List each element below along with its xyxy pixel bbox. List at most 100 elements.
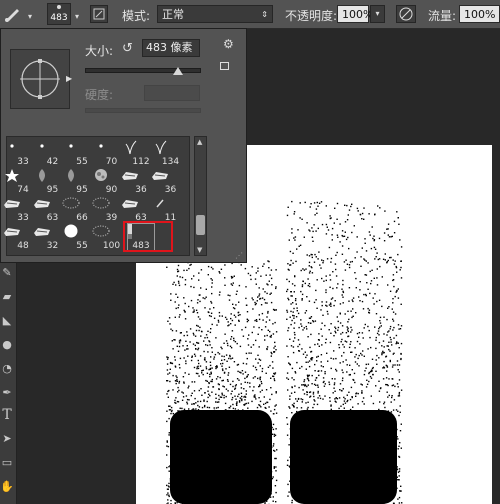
brush-tip-spray-icon: [62, 197, 80, 209]
brush-preset-size-label: 70: [105, 157, 118, 167]
new-preset-icon[interactable]: [220, 62, 229, 70]
brush-preset-size-label: 95: [46, 185, 59, 195]
size-input[interactable]: 483 像素: [142, 39, 200, 57]
brush-picker-arrow-icon[interactable]: ▾: [72, 9, 82, 21]
brush-grid-scrollbar[interactable]: ▲ ▼: [194, 136, 207, 256]
reset-size-icon[interactable]: ↺: [122, 41, 133, 56]
brush-preset-size-label: 112: [132, 157, 150, 167]
brush-preset-size-label: 33: [17, 157, 29, 167]
blur-tool-icon[interactable]: ●: [0, 336, 14, 354]
brush-tip-dot-icon: [69, 144, 73, 148]
brush-tip-grass-icon: [125, 140, 137, 155]
preview-expand-arrow-icon[interactable]: ▶: [66, 74, 72, 83]
brush-tip-star-icon: [5, 169, 19, 182]
brush-panel-toggle-icon[interactable]: [90, 5, 108, 23]
brush-preset-size-label: 55: [76, 241, 88, 251]
mode-select[interactable]: 正常 ⇕: [157, 5, 273, 23]
brush-preset-17[interactable]: 11: [155, 196, 184, 223]
brush-tip-leaf-icon: [38, 169, 45, 182]
mode-chevron-icon: ⇕: [261, 10, 268, 19]
brush-tip-round-icon: [64, 224, 78, 238]
brush-preset-11[interactable]: 36: [151, 168, 184, 195]
brush-preset-size-label: 42: [46, 157, 59, 167]
scroll-down-icon[interactable]: ▼: [197, 246, 202, 254]
brush-tool-icon[interactable]: [2, 4, 24, 24]
brush-preset-size-label: 33: [17, 213, 29, 223]
brush-tip-tall-icon: [128, 224, 132, 239]
opacity-input[interactable]: 100%: [337, 5, 373, 23]
brush-preset-size-label: 90: [105, 185, 118, 195]
size-slider-thumb[interactable]: [173, 67, 184, 75]
brush-preset-size-label: 134: [161, 157, 180, 167]
brush-tip-texture-icon: [94, 169, 107, 181]
flow-label: 流量:: [428, 9, 457, 23]
brush-tip-chalk-icon: [33, 228, 50, 236]
resize-grip-icon[interactable]: ⋰: [235, 251, 243, 260]
hardness-slider-track: [85, 108, 201, 113]
brush-tip-icon: [57, 5, 61, 9]
tool-preset-arrow-icon[interactable]: ▾: [26, 9, 34, 21]
toolbox: ✎ ▰ ◣ ● ◔ ✒ T ➤ ▭ ✋: [0, 258, 17, 504]
path-selection-tool-icon[interactable]: ➤: [0, 430, 14, 448]
gear-icon[interactable]: ⚙: [223, 37, 234, 51]
dodge-tool-icon[interactable]: ◔: [0, 360, 14, 378]
scrollbar-thumb[interactable]: [196, 215, 205, 235]
brush-preset-grid: 33 42 55 70 112 134 74 95 95 90 36 36 33 63 66 39 63 11 48…: [4, 136, 190, 256]
opacity-label: 不透明度:: [285, 9, 338, 23]
brush-size-readout: 483: [50, 13, 68, 23]
paint-bucket-tool-icon[interactable]: ◣: [0, 312, 14, 330]
brush-preset-size-label: 100: [102, 241, 121, 251]
brush-preset-size-label: 11: [164, 213, 177, 223]
brush-tip-spray-icon: [92, 225, 109, 237]
hand-tool-icon[interactable]: ✋: [0, 478, 14, 496]
brush-preset-size-label: 63: [46, 213, 59, 223]
brush-preset-5[interactable]: 134: [155, 140, 184, 167]
brush-preset-size-label: 32: [46, 241, 59, 251]
brush-preset-size-label: 36: [164, 185, 177, 195]
brush-tip-dot-icon: [39, 144, 44, 148]
pressure-opacity-icon[interactable]: [396, 5, 416, 23]
brush-preset-size-label: 66: [76, 213, 88, 223]
options-bar: ▾ 483 ▾ 模式: 正常 ⇕ 不透明度: 100% ▾ 流量: 100%: [0, 0, 500, 29]
brush-tip-chalk-icon: [151, 172, 168, 180]
brush-preset-size-label: 74: [17, 185, 29, 195]
brush-tip-chalk-icon: [122, 200, 138, 208]
brush-preset-picker[interactable]: 483: [47, 3, 71, 25]
brush-tip-stroke-icon: [155, 199, 164, 208]
mode-label: 模式:: [122, 9, 151, 23]
opacity-dropdown-arrow[interactable]: ▾: [370, 5, 385, 23]
brush-preset-size-label: 63: [135, 213, 147, 223]
brush-tip-chalk-icon: [122, 172, 138, 180]
hardness-label: 硬度:: [85, 88, 114, 102]
brush-tip-grass-icon: [155, 140, 166, 155]
flow-value: 100%: [464, 8, 496, 21]
brush-tip-chalk-icon: [33, 200, 50, 208]
brush-tip-spray-icon: [92, 197, 109, 209]
size-slider-track[interactable]: [85, 68, 201, 73]
brush-tip-preview: [10, 49, 70, 109]
brush-preset-size-label: 48: [17, 241, 29, 251]
brush-preset-22[interactable]: 483: [123, 221, 173, 252]
brush-tool-icon[interactable]: ✎: [0, 264, 14, 282]
scroll-up-icon[interactable]: ▲: [197, 138, 202, 146]
brush-tip-dot-icon: [98, 144, 103, 148]
brush-preset-picker-panel: ▶ 大小: ↺ 483 像素 ⚙ 硬度: 33 42 55 70 112 134 74 95 9…: [0, 28, 247, 263]
shape-tool-icon[interactable]: ▭: [0, 454, 14, 472]
brush-preset-size-label: 483: [132, 241, 150, 251]
brush-preset-size-label: 55: [76, 157, 88, 167]
brush-preset-size-label: 95: [76, 185, 88, 195]
brush-tip-chalk-icon: [4, 200, 20, 208]
hardness-input: [144, 85, 200, 101]
brush-tip-dot-icon: [10, 144, 14, 148]
brush-tip-leaf-icon: [68, 169, 74, 182]
flow-input[interactable]: 100%: [459, 5, 500, 23]
brush-tip-chalk-icon: [4, 228, 20, 236]
eraser-tool-icon[interactable]: ▰: [0, 288, 14, 306]
opacity-value: 100%: [342, 8, 374, 21]
size-label: 大小:: [85, 44, 114, 58]
brush-preset-size-label: 39: [105, 213, 118, 223]
type-tool-icon[interactable]: T: [0, 406, 14, 424]
mode-value: 正常: [162, 8, 184, 21]
pen-tool-icon[interactable]: ✒: [0, 384, 14, 402]
brush-preset-size-label: 36: [135, 185, 147, 195]
